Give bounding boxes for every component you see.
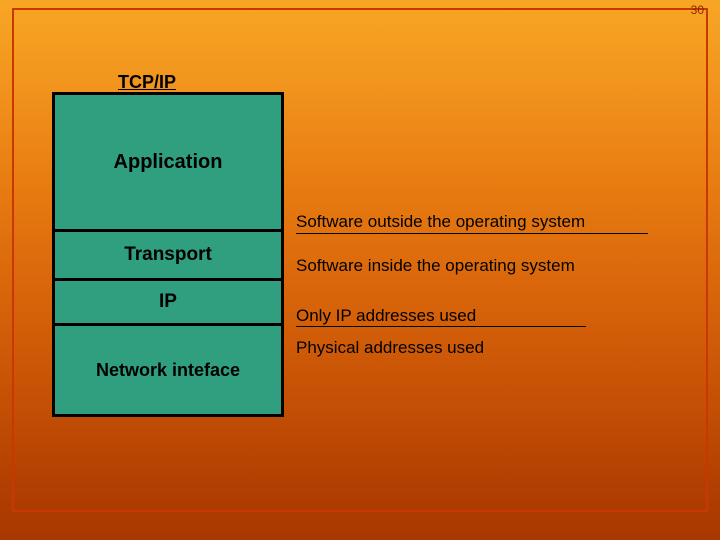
layer-ip: IP	[52, 278, 284, 326]
layer-application: Application	[52, 92, 284, 232]
layer-label: Transport	[124, 244, 212, 266]
slide: 30 TCP/IP Application Transport IP Netwo…	[0, 0, 720, 540]
divider-os-boundary	[296, 233, 648, 234]
layer-label: IP	[159, 291, 177, 313]
page-number: 30	[691, 3, 704, 17]
annotation-physical-addresses: Physical addresses used	[296, 338, 676, 358]
stack-title: TCP/IP	[118, 72, 176, 93]
divider-address-boundary	[296, 326, 586, 327]
layer-label: Network inteface	[96, 360, 240, 381]
tcpip-stack: Application Transport IP Network intefac…	[52, 95, 284, 417]
layer-label: Application	[114, 151, 223, 174]
annotation-ip-addresses: Only IP addresses used	[296, 306, 676, 326]
layer-network-interface: Network inteface	[52, 323, 284, 417]
layer-transport: Transport	[52, 229, 284, 281]
annotation-outside-os: Software outside the operating system	[296, 212, 676, 232]
annotation-inside-os: Software inside the operating system	[296, 256, 676, 276]
